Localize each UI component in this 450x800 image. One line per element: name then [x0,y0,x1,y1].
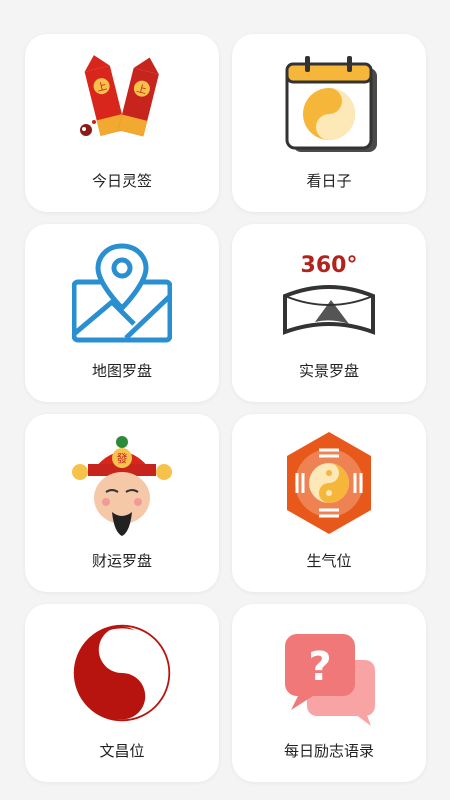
card-daily-fortune[interactable]: 上 上 今日灵签 [25,34,219,212]
card-check-date[interactable]: 看日子 [232,34,426,212]
card-wenchang-position[interactable]: 文昌位 [25,604,219,782]
map-pin-icon [72,238,172,348]
panorama-360-text: 360° [301,253,358,278]
card-label: 财运罗盘 [91,552,152,570]
card-label: 生气位 [306,552,352,570]
question-mark: ? [308,644,331,690]
wealth-char: 發 [117,451,128,465]
card-label: 今日灵签 [91,172,152,190]
bagua-icon [279,428,379,538]
card-label: 地图罗盘 [91,362,152,380]
wenchang-yinyang-icon [72,618,172,728]
card-map-compass[interactable]: 地图罗盘 [25,224,219,402]
card-label: 每日励志语录 [283,742,374,760]
card-label: 文昌位 [99,742,145,760]
card-label: 看日子 [306,172,352,190]
fortune-sticks-icon: 上 上 [72,48,172,158]
card-wealth-compass[interactable]: 發 财运罗盘 [25,414,219,592]
calendar-yinyang-icon [279,48,379,158]
card-label: 实景罗盘 [298,362,359,380]
card-daily-quotes[interactable]: ? 每日励志语录 [232,604,426,782]
chat-question-icon: ? [279,618,379,728]
god-of-wealth-icon: 發 [72,428,172,538]
card-vitality-position[interactable]: 生气位 [232,414,426,592]
card-live-compass[interactable]: 360° 实景罗盘 [232,224,426,402]
panorama-360-icon: 360° [279,238,379,348]
